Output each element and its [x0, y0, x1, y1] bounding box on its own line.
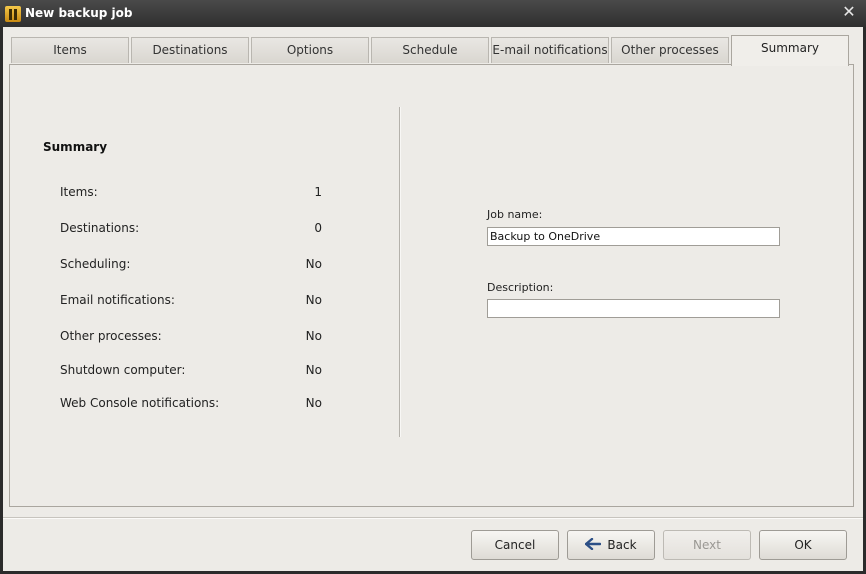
summary-value: No [305, 293, 322, 307]
tab-options[interactable]: Options [251, 37, 369, 63]
tab-email-notifications[interactable]: E-mail notifications [491, 37, 609, 63]
summary-heading: Summary [43, 140, 108, 154]
summary-value: No [305, 329, 322, 343]
summary-value: No [305, 396, 322, 410]
back-button[interactable]: Back [567, 530, 655, 560]
title-bar[interactable]: New backup job ✕ [0, 0, 866, 27]
description-label: Description: [487, 281, 554, 294]
summary-label: Scheduling: [60, 257, 131, 271]
tab-schedule[interactable]: Schedule [371, 37, 489, 63]
next-button[interactable]: Next [663, 530, 751, 560]
vertical-divider [399, 107, 401, 437]
summary-row-web-console-notifications: Web Console notifications: No [60, 396, 322, 412]
tab-summary[interactable]: Summary [731, 35, 849, 66]
summary-label: Destinations: [60, 221, 140, 235]
description-input[interactable] [487, 299, 780, 318]
summary-row-destinations: Destinations: 0 [60, 221, 322, 237]
summary-value: 0 [314, 221, 322, 235]
back-arrow-icon [585, 538, 602, 550]
tab-destinations[interactable]: Destinations [131, 37, 249, 63]
backup-job-window: New backup job ✕ Items Destinations Opti… [0, 0, 866, 574]
summary-label: Email notifications: [60, 293, 175, 307]
ok-button[interactable]: OK [759, 530, 847, 560]
window-title: New backup job [25, 6, 133, 20]
job-name-input[interactable] [487, 227, 780, 246]
summary-value: 1 [314, 185, 322, 199]
summary-row-email-notifications: Email notifications: No [60, 293, 322, 309]
summary-label: Other processes: [60, 329, 162, 343]
summary-panel: Summary Items: 1 Destinations: 0 Schedul… [9, 64, 854, 507]
tab-items[interactable]: Items [11, 37, 129, 63]
summary-label: Shutdown computer: [60, 363, 186, 377]
close-icon[interactable]: ✕ [840, 3, 858, 21]
summary-value: No [305, 257, 322, 271]
back-button-label: Back [607, 538, 637, 552]
summary-label: Web Console notifications: [60, 396, 220, 410]
summary-row-scheduling: Scheduling: No [60, 257, 322, 273]
footer-separator [3, 517, 863, 519]
tab-other-processes[interactable]: Other processes [611, 37, 729, 63]
summary-value: No [305, 363, 322, 377]
summary-label: Items: [60, 185, 98, 199]
job-name-label: Job name: [487, 208, 543, 221]
cancel-button[interactable]: Cancel [471, 530, 559, 560]
app-icon [5, 6, 21, 22]
summary-row-items: Items: 1 [60, 185, 322, 201]
dialog-body: Items Destinations Options Schedule E-ma… [3, 27, 863, 571]
summary-row-shutdown-computer: Shutdown computer: No [60, 363, 322, 379]
summary-row-other-processes: Other processes: No [60, 329, 322, 345]
